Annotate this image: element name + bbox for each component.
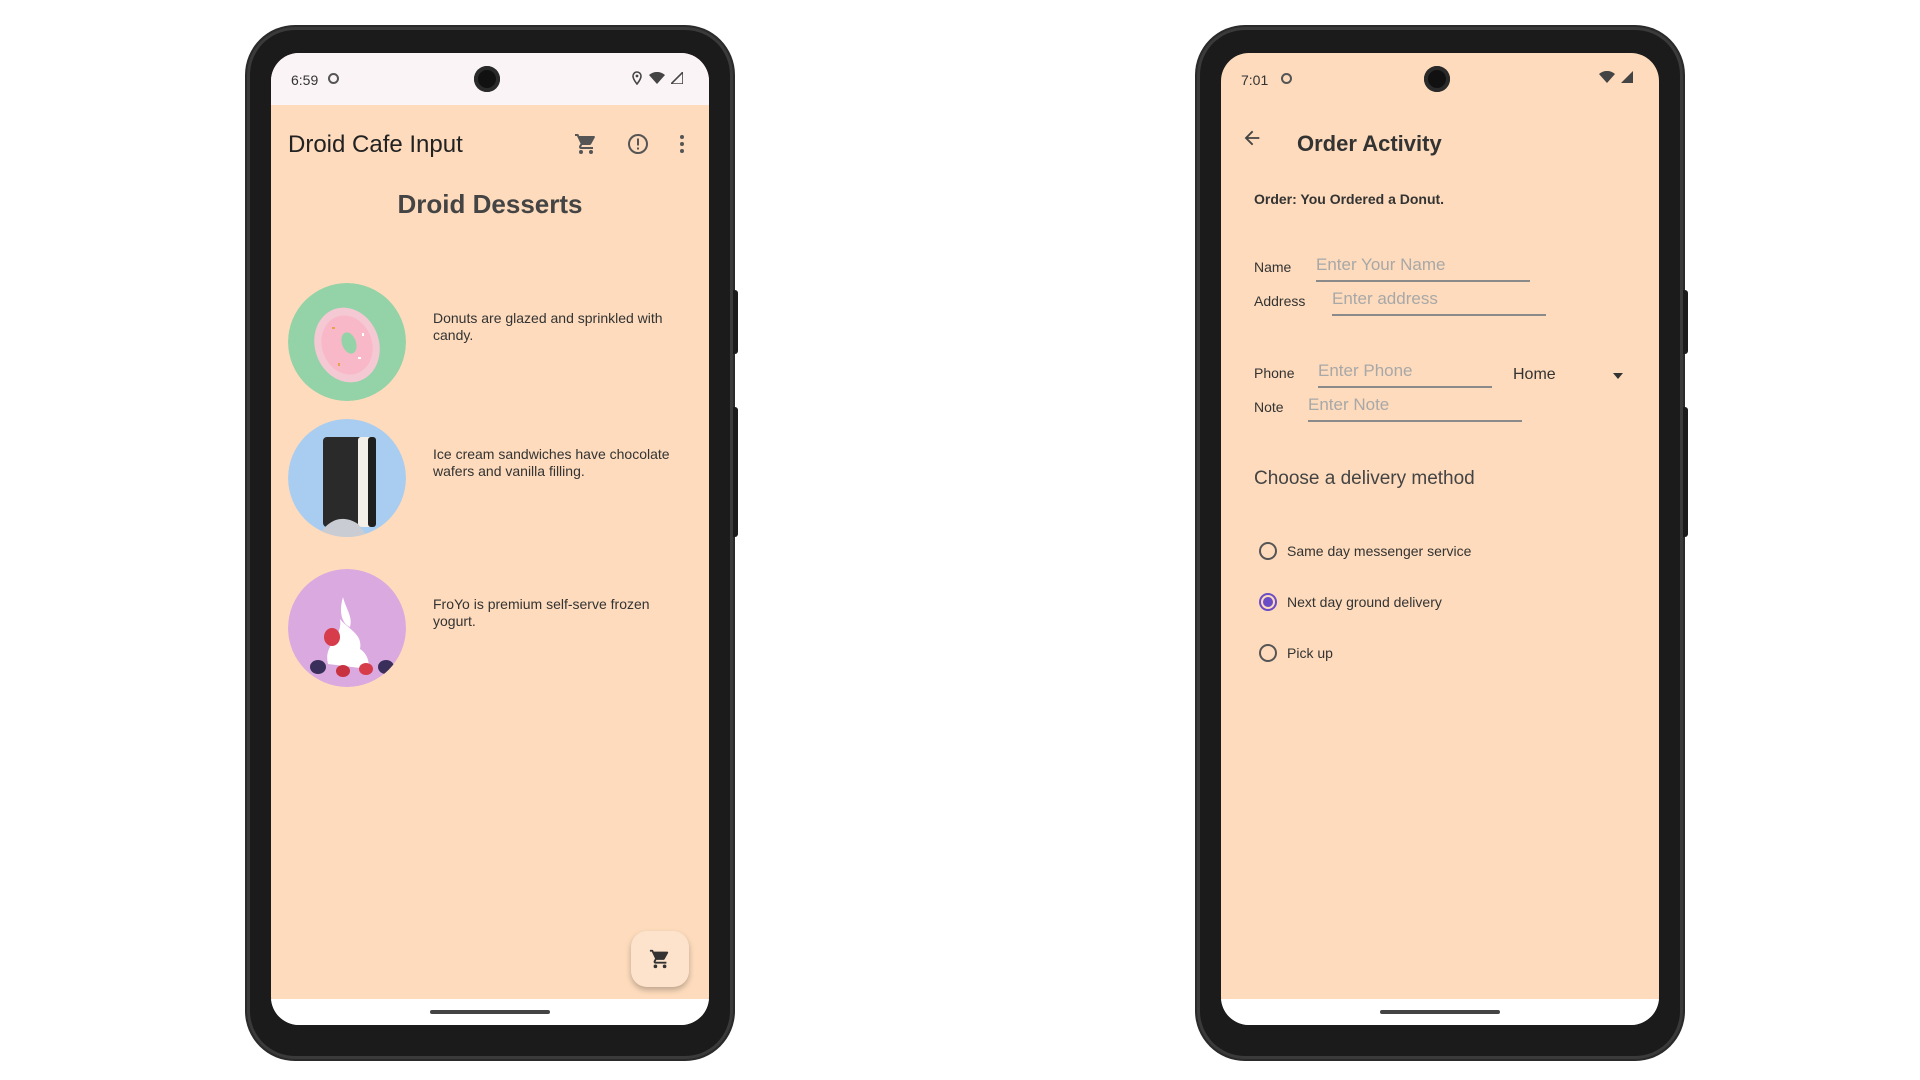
left-phone-frame: 6:59 Droid Cafe Input Droid Desserts Don… (247, 27, 738, 1059)
radio-button[interactable] (1259, 644, 1277, 662)
radio-button-selected[interactable] (1259, 593, 1277, 611)
phone-type-dropdown[interactable]: Home (1513, 366, 1623, 384)
right-phone-frame: 7:01 Order Activity Order: You Ordered a… (1197, 27, 1688, 1059)
radio-same-day[interactable]: Same day messenger service (1259, 542, 1471, 560)
volume-button (733, 407, 738, 537)
volume-button (1683, 407, 1688, 537)
navigation-bar (271, 999, 709, 1025)
section-title: Droid Desserts (397, 189, 583, 219)
info-icon[interactable] (623, 129, 653, 159)
notification-icon (328, 73, 339, 84)
camera-cutout (474, 66, 500, 92)
status-bar: 7:01 (1221, 53, 1659, 105)
cart-icon[interactable] (571, 129, 601, 159)
home-gesture-handle[interactable] (430, 1010, 550, 1014)
radio-label: Next day ground delivery (1287, 594, 1442, 610)
delivery-heading: Choose a delivery method (1254, 468, 1475, 489)
status-bar: 6:59 (271, 53, 709, 105)
location-icon (632, 71, 642, 85)
radio-label: Pick up (1287, 645, 1333, 661)
address-field[interactable] (1332, 286, 1546, 316)
power-button (1683, 290, 1688, 354)
note-field[interactable] (1308, 392, 1522, 422)
radio-button[interactable] (1259, 542, 1277, 560)
note-label: Note (1254, 399, 1284, 415)
phone-label: Phone (1254, 365, 1295, 381)
order-activity-screen: 7:01 Order Activity Order: You Ordered a… (1221, 53, 1659, 1025)
name-label: Name (1254, 259, 1292, 275)
cart-icon (649, 949, 669, 969)
ice-cream-sandwich-description: Ice cream sandwiches have chocolate wafe… (433, 446, 670, 479)
address-label: Address (1254, 293, 1306, 309)
appbar-title: Order Activity (1297, 131, 1442, 156)
more-vert-icon[interactable] (667, 129, 697, 159)
donut-description: Donuts are glazed and sprinkled with can… (433, 310, 663, 343)
froyo-image[interactable] (288, 569, 406, 687)
navigation-bar (1221, 999, 1659, 1025)
dropdown-arrow-icon (1613, 373, 1623, 379)
wifi-icon (649, 72, 665, 84)
status-time: 6:59 (291, 72, 319, 88)
wifi-icon (1599, 71, 1615, 83)
phone-field[interactable] (1318, 358, 1492, 388)
radio-pick-up[interactable]: Pick up (1259, 644, 1333, 662)
power-button (733, 290, 738, 354)
ice-cream-sandwich-image[interactable] (288, 419, 406, 537)
signal-icon (1621, 71, 1633, 83)
fab-cart-button[interactable] (631, 931, 689, 987)
radio-label: Same day messenger service (1287, 543, 1472, 559)
home-gesture-handle[interactable] (1380, 1010, 1500, 1014)
name-field[interactable] (1316, 252, 1530, 282)
donut-image[interactable] (288, 283, 406, 401)
camera-cutout (1424, 66, 1450, 92)
notification-icon (1281, 73, 1292, 84)
appbar-title: Droid Cafe Input (288, 131, 463, 158)
status-time: 7:01 (1241, 72, 1269, 88)
status-icons (1599, 71, 1633, 83)
phone-type-value: Home (1513, 366, 1556, 383)
froyo-description: FroYo is premium self-serve frozen yogur… (433, 596, 650, 629)
radio-next-day[interactable]: Next day ground delivery (1259, 593, 1442, 611)
status-icons (631, 71, 683, 85)
main-activity-screen: 6:59 Droid Cafe Input Droid Desserts Don… (271, 53, 709, 1025)
order-summary: Order: You Ordered a Donut. (1254, 191, 1445, 207)
signal-icon (671, 72, 683, 84)
arrow-back-icon[interactable] (1237, 123, 1267, 153)
